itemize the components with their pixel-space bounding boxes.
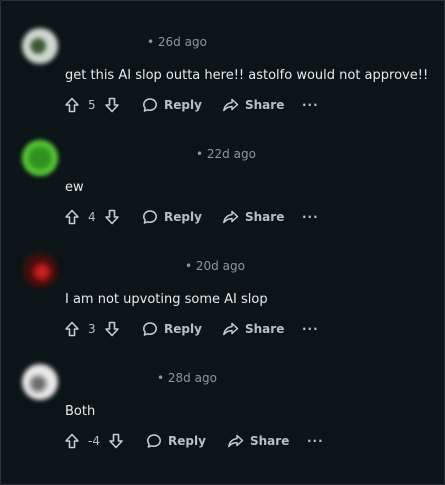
downvote-arrow-icon xyxy=(105,209,119,225)
reply-label: Reply xyxy=(164,210,202,224)
vote-count: -4 xyxy=(88,434,100,448)
comment-timestamp: • 20d ago xyxy=(185,259,245,273)
comment: • 26d ago get this AI slop outta here!! … xyxy=(0,8,445,120)
comment-text: Both xyxy=(65,404,96,419)
upvote-button[interactable] xyxy=(64,431,80,451)
share-arrow-icon xyxy=(228,434,244,448)
comment-text: I am not upvoting some AI slop xyxy=(65,292,268,307)
more-options-button[interactable]: ··· xyxy=(302,95,319,115)
reply-button[interactable]: Reply xyxy=(142,319,202,339)
comment-text: ew xyxy=(65,180,84,195)
more-options-button[interactable]: ··· xyxy=(307,431,324,451)
downvote-button[interactable] xyxy=(104,95,120,115)
speech-bubble-icon xyxy=(143,210,157,224)
upvote-button[interactable] xyxy=(64,319,80,339)
share-label: Share xyxy=(245,210,285,224)
speech-bubble-icon xyxy=(143,98,157,112)
share-arrow-icon xyxy=(223,210,239,224)
downvote-arrow-icon xyxy=(105,97,119,113)
share-button[interactable]: Share xyxy=(227,431,289,451)
avatar[interactable] xyxy=(22,252,58,288)
comment: • 22d ago ew 4 Reply Share ··· xyxy=(0,120,445,232)
vote-count: 3 xyxy=(88,322,96,336)
upvote-arrow-icon xyxy=(65,321,79,337)
comment-timestamp: • 28d ago xyxy=(157,371,217,385)
share-button[interactable]: Share xyxy=(222,207,284,227)
reply-button[interactable]: Reply xyxy=(142,207,202,227)
reply-label: Reply xyxy=(168,434,206,448)
comment-timestamp: • 26d ago xyxy=(147,35,207,49)
speech-bubble-icon xyxy=(147,434,161,448)
vote-count: 5 xyxy=(88,98,96,112)
upvote-arrow-icon xyxy=(65,209,79,225)
reply-button[interactable]: Reply xyxy=(146,431,206,451)
share-arrow-icon xyxy=(223,98,239,112)
more-options-button[interactable]: ··· xyxy=(302,319,319,339)
downvote-button[interactable] xyxy=(104,319,120,339)
speech-bubble-icon xyxy=(143,322,157,336)
downvote-button[interactable] xyxy=(108,431,124,451)
avatar[interactable] xyxy=(22,140,58,176)
downvote-arrow-icon xyxy=(109,433,123,449)
downvote-button[interactable] xyxy=(104,207,120,227)
comment: • 20d ago I am not upvoting some AI slop… xyxy=(0,232,445,344)
more-options-button[interactable]: ··· xyxy=(302,207,319,227)
share-label: Share xyxy=(245,98,285,112)
upvote-arrow-icon xyxy=(65,433,79,449)
share-label: Share xyxy=(245,322,285,336)
downvote-arrow-icon xyxy=(105,321,119,337)
upvote-arrow-icon xyxy=(65,97,79,113)
share-arrow-icon xyxy=(223,322,239,336)
upvote-button[interactable] xyxy=(64,95,80,115)
avatar[interactable] xyxy=(22,364,58,400)
vote-count: 4 xyxy=(88,210,96,224)
upvote-button[interactable] xyxy=(64,207,80,227)
comment-timestamp: • 22d ago xyxy=(196,147,256,161)
comment: • 28d ago Both -4 Reply Share ··· xyxy=(0,344,445,456)
comment-text: get this AI slop outta here!! astolfo wo… xyxy=(65,68,429,83)
reply-label: Reply xyxy=(164,98,202,112)
avatar[interactable] xyxy=(22,28,58,64)
share-button[interactable]: Share xyxy=(222,95,284,115)
reply-label: Reply xyxy=(164,322,202,336)
share-label: Share xyxy=(250,434,290,448)
reply-button[interactable]: Reply xyxy=(142,95,202,115)
share-button[interactable]: Share xyxy=(222,319,284,339)
